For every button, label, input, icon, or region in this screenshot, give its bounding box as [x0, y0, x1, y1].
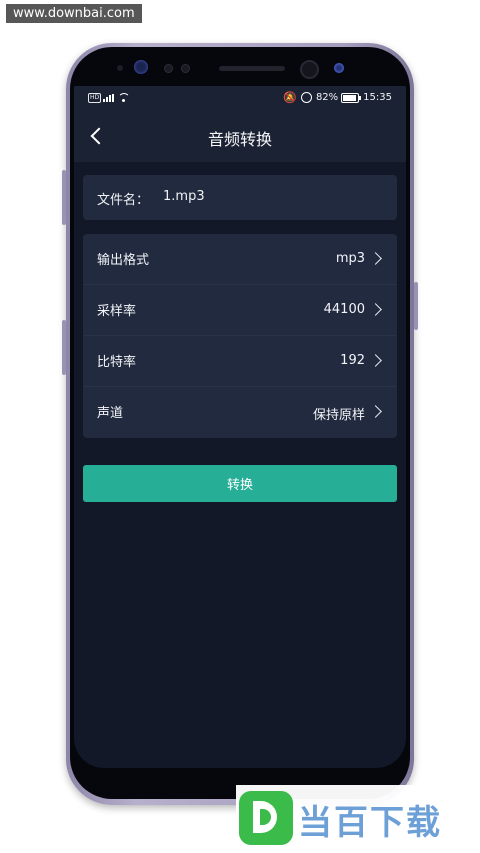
chevron-right-icon	[369, 354, 382, 367]
status-right: 🔕 82% 15:35	[283, 91, 392, 104]
iris-camera-icon	[334, 63, 344, 73]
status-left: HD	[88, 92, 129, 103]
bitrate-value: 192	[340, 353, 365, 368]
mute-icon: 🔕	[283, 91, 297, 104]
sample-rate-row[interactable]: 采样率 44100	[83, 285, 397, 336]
brand-logo-icon	[239, 791, 293, 845]
brand-watermark: 当百下载	[236, 785, 480, 853]
file-name-card: 文件名： 1.mp3	[83, 175, 397, 220]
wifi-icon	[118, 94, 129, 102]
battery-icon	[341, 92, 362, 103]
channel-label: 声道	[97, 406, 124, 421]
speed-icon	[300, 92, 312, 103]
volume-up-button	[62, 170, 66, 225]
battery-percent: 82%	[315, 92, 339, 103]
sensor-icon	[117, 65, 123, 71]
bitrate-row[interactable]: 比特率 192	[83, 336, 397, 387]
bitrate-label: 比特率	[97, 355, 137, 370]
phone-top-bezel	[82, 52, 398, 86]
iris-scanner-icon	[134, 60, 148, 74]
site-watermark: www.downbai.com	[6, 4, 142, 23]
channel-value: 保持原样	[312, 408, 365, 423]
output-format-row[interactable]: 输出格式 mp3	[83, 234, 397, 285]
app-header: 音频转换	[74, 110, 406, 162]
convert-button[interactable]: 转换	[83, 465, 397, 502]
sensor-icon	[181, 64, 190, 73]
settings-card: 输出格式 mp3 采样率 44100 比特率 192 声道 保持原样	[83, 234, 397, 438]
volume-down-button	[62, 320, 66, 375]
output-format-value: mp3	[335, 251, 365, 266]
app-screen: HD 🔕 82% 15:35 音频转换 文件名： 1.mp3 输出格式 mp3 …	[74, 86, 406, 768]
channel-row[interactable]: 声道 保持原样	[83, 387, 397, 437]
earpiece-speaker	[219, 66, 285, 71]
screenshot-page: www.downbai.com HD 🔕 82% 15:35 音频转换 文件名：…	[0, 0, 480, 853]
file-name-label: 文件名：	[97, 193, 150, 208]
status-bar: HD 🔕 82% 15:35	[74, 86, 406, 110]
signal-icon	[103, 93, 115, 102]
chevron-right-icon	[369, 405, 382, 418]
sample-rate-label: 采样率	[97, 304, 137, 319]
output-format-label: 输出格式	[97, 253, 150, 268]
clock: 15:35	[363, 92, 392, 103]
page-title: 音频转换	[207, 130, 272, 149]
sample-rate-value: 44100	[323, 302, 365, 317]
chevron-right-icon	[369, 252, 382, 265]
file-name-value: 1.mp3	[163, 189, 205, 204]
chevron-right-icon	[369, 303, 382, 316]
sensor-icon	[164, 64, 173, 73]
brand-text: 当百下载	[298, 803, 442, 843]
power-button	[414, 282, 418, 330]
front-camera-icon	[300, 60, 319, 79]
hd-icon: HD	[88, 92, 102, 103]
